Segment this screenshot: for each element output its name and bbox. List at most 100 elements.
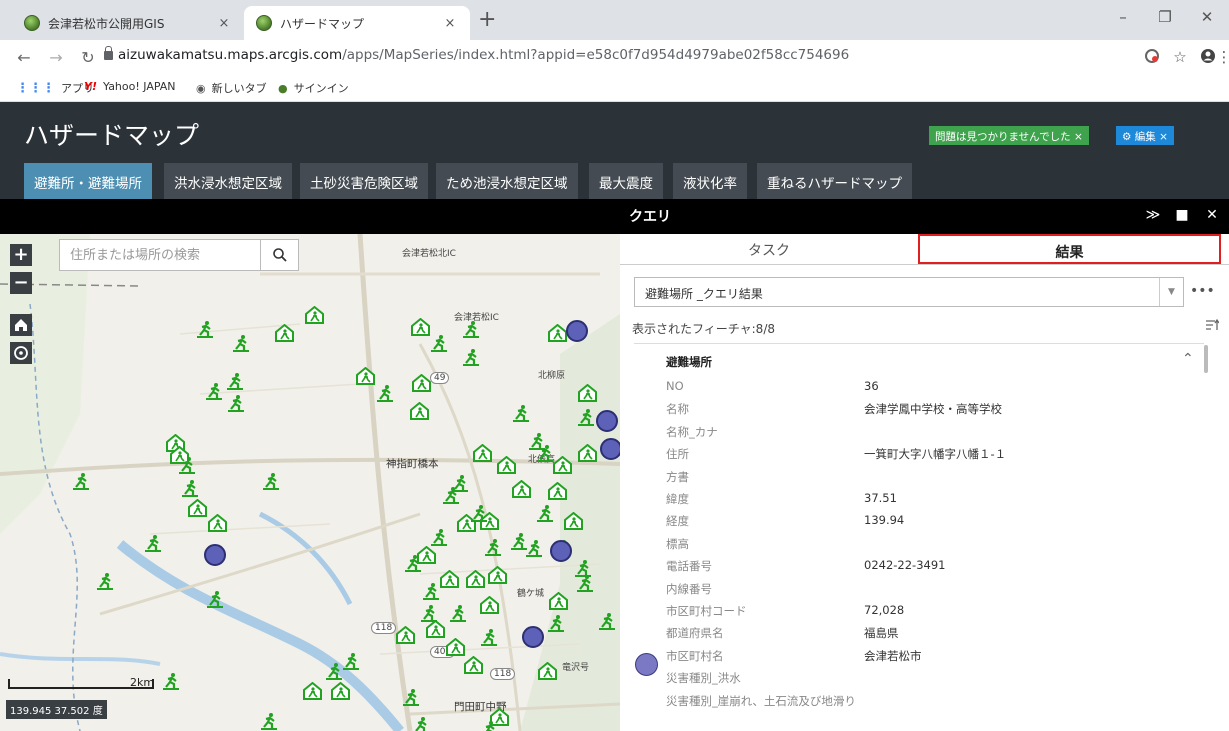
shelter-marker-icon[interactable] xyxy=(412,373,431,392)
query-result-marker-icon[interactable] xyxy=(550,540,572,562)
bookmark-star-icon[interactable]: ☆ xyxy=(1170,48,1190,66)
bookmark-signin[interactable]: ● サインイン xyxy=(278,80,349,96)
sort-icon[interactable] xyxy=(1205,318,1220,336)
evacuation-site-marker-icon[interactable] xyxy=(206,590,224,608)
evacuation-site-marker-icon[interactable] xyxy=(598,612,616,630)
zoom-in-button[interactable]: + xyxy=(10,244,32,266)
map-view[interactable]: + − 会津若松北IC 会津若松IC 神指町橋本 北柳原 北俵高 鶴ケ城 門田町… xyxy=(0,234,620,731)
bookmark-yahoo[interactable]: Y! Yahoo! JAPAN xyxy=(84,80,176,93)
browser-menu-icon[interactable]: ⋮ xyxy=(1214,48,1229,66)
more-options-icon[interactable]: ••• xyxy=(1190,283,1215,299)
evacuation-site-marker-icon[interactable] xyxy=(470,504,488,522)
evacuation-site-marker-icon[interactable] xyxy=(178,456,196,474)
evacuation-site-marker-icon[interactable] xyxy=(325,662,343,680)
shelter-marker-icon[interactable] xyxy=(440,569,459,588)
shelter-marker-icon[interactable] xyxy=(466,569,485,588)
shelter-marker-icon[interactable] xyxy=(564,511,583,530)
query-result-marker-icon[interactable] xyxy=(204,544,226,566)
query-result-marker-icon[interactable] xyxy=(566,320,588,342)
evacuation-site-marker-icon[interactable] xyxy=(72,472,90,490)
tab-result[interactable]: 結果 xyxy=(918,234,1221,264)
tab-task[interactable]: タスク xyxy=(620,234,918,264)
bookmark-newtab[interactable]: ◉ 新しいタブ xyxy=(196,80,267,96)
issues-badge[interactable]: 問題は見つかりませんでした × xyxy=(929,126,1089,145)
evacuation-site-marker-icon[interactable] xyxy=(262,472,280,490)
maximize-panel-icon[interactable]: ■ xyxy=(1173,207,1191,223)
tab-liquefaction[interactable]: 液状化率 xyxy=(673,163,747,199)
evacuation-site-marker-icon[interactable] xyxy=(430,528,448,546)
evacuation-site-marker-icon[interactable] xyxy=(376,384,394,402)
evacuation-site-marker-icon[interactable] xyxy=(547,614,565,632)
new-tab-button[interactable]: + xyxy=(478,8,496,32)
evacuation-site-marker-icon[interactable] xyxy=(404,554,422,572)
evacuation-site-marker-icon[interactable] xyxy=(232,334,250,352)
shelter-marker-icon[interactable] xyxy=(303,681,322,700)
shelter-marker-icon[interactable] xyxy=(578,383,597,402)
collapse-panel-icon[interactable]: ≫ xyxy=(1144,207,1162,223)
extension-icon[interactable] xyxy=(1142,48,1162,68)
evacuation-site-marker-icon[interactable] xyxy=(227,394,245,412)
shelter-marker-icon[interactable] xyxy=(208,513,227,532)
browser-tab-hazard[interactable]: ハザードマップ × xyxy=(244,6,470,40)
evacuation-site-marker-icon[interactable] xyxy=(412,716,430,731)
shelter-marker-icon[interactable] xyxy=(446,637,465,656)
evacuation-site-marker-icon[interactable] xyxy=(260,712,278,730)
shelter-marker-icon[interactable] xyxy=(188,498,207,517)
tab-landslide[interactable]: 土砂災害危険区域 xyxy=(300,163,428,199)
evacuation-site-marker-icon[interactable] xyxy=(144,534,162,552)
shelter-marker-icon[interactable] xyxy=(305,305,324,324)
home-button[interactable] xyxy=(10,314,32,336)
evacuation-site-marker-icon[interactable] xyxy=(536,504,554,522)
shelter-marker-icon[interactable] xyxy=(275,323,294,342)
search-button[interactable] xyxy=(260,240,298,270)
locate-button[interactable] xyxy=(10,342,32,364)
shelter-marker-icon[interactable] xyxy=(356,366,375,385)
zoom-out-button[interactable]: − xyxy=(10,272,32,294)
tab-reservoir[interactable]: ため池浸水想定区域 xyxy=(436,163,578,199)
evacuation-site-marker-icon[interactable] xyxy=(512,404,530,422)
query-result-marker-icon[interactable] xyxy=(522,626,544,648)
query-result-marker-icon[interactable] xyxy=(600,438,620,460)
query-result-marker-icon[interactable] xyxy=(596,410,618,432)
evacuation-site-marker-icon[interactable] xyxy=(162,672,180,690)
evacuation-site-marker-icon[interactable] xyxy=(577,408,595,426)
shelter-marker-icon[interactable] xyxy=(480,595,499,614)
evacuation-site-marker-icon[interactable] xyxy=(480,720,498,731)
close-panel-icon[interactable]: ✕ xyxy=(1203,207,1221,223)
shelter-marker-icon[interactable] xyxy=(426,619,445,638)
evacuation-site-marker-icon[interactable] xyxy=(536,444,554,462)
shelter-marker-icon[interactable] xyxy=(410,401,429,420)
evacuation-site-marker-icon[interactable] xyxy=(205,382,223,400)
evacuation-site-marker-icon[interactable] xyxy=(449,604,467,622)
url-field[interactable]: aizuwakamatsu.maps.arcgis.com/apps/MapSe… xyxy=(118,47,849,63)
shelter-marker-icon[interactable] xyxy=(548,481,567,500)
tab-close-icon[interactable]: × xyxy=(216,16,232,31)
forward-button[interactable]: → xyxy=(46,48,66,67)
tab-shelters[interactable]: 避難所・避難場所 xyxy=(24,163,152,199)
shelter-marker-icon[interactable] xyxy=(488,565,507,584)
chevron-up-icon[interactable]: ⌃ xyxy=(1182,351,1194,367)
evacuation-site-marker-icon[interactable] xyxy=(430,334,448,352)
window-close-button[interactable]: ✕ xyxy=(1192,8,1222,26)
reload-button[interactable]: ↻ xyxy=(78,48,98,67)
evacuation-site-marker-icon[interactable] xyxy=(420,604,438,622)
evacuation-site-marker-icon[interactable] xyxy=(226,372,244,390)
shelter-marker-icon[interactable] xyxy=(411,317,430,336)
shelter-marker-icon[interactable] xyxy=(578,443,597,462)
search-input[interactable] xyxy=(60,240,260,270)
shelter-marker-icon[interactable] xyxy=(497,455,516,474)
results-scrollbar[interactable] xyxy=(1204,345,1208,373)
evacuation-site-marker-icon[interactable] xyxy=(462,348,480,366)
evacuation-site-marker-icon[interactable] xyxy=(462,320,480,338)
bookmark-apps[interactable]: ⋮⋮⋮ アプリ xyxy=(16,80,94,96)
shelter-marker-icon[interactable] xyxy=(464,655,483,674)
shelter-marker-icon[interactable] xyxy=(549,591,568,610)
tab-flood[interactable]: 洪水浸水想定区域 xyxy=(164,163,292,199)
evacuation-site-marker-icon[interactable] xyxy=(422,582,440,600)
shelter-marker-icon[interactable] xyxy=(548,323,567,342)
tab-close-icon[interactable]: × xyxy=(442,16,458,31)
shelter-marker-icon[interactable] xyxy=(538,661,557,680)
result-layer-select[interactable]: 避難場所 _クエリ結果 ▼ xyxy=(634,277,1184,307)
evacuation-site-marker-icon[interactable] xyxy=(525,539,543,557)
tab-max-intensity[interactable]: 最大震度 xyxy=(589,163,663,199)
